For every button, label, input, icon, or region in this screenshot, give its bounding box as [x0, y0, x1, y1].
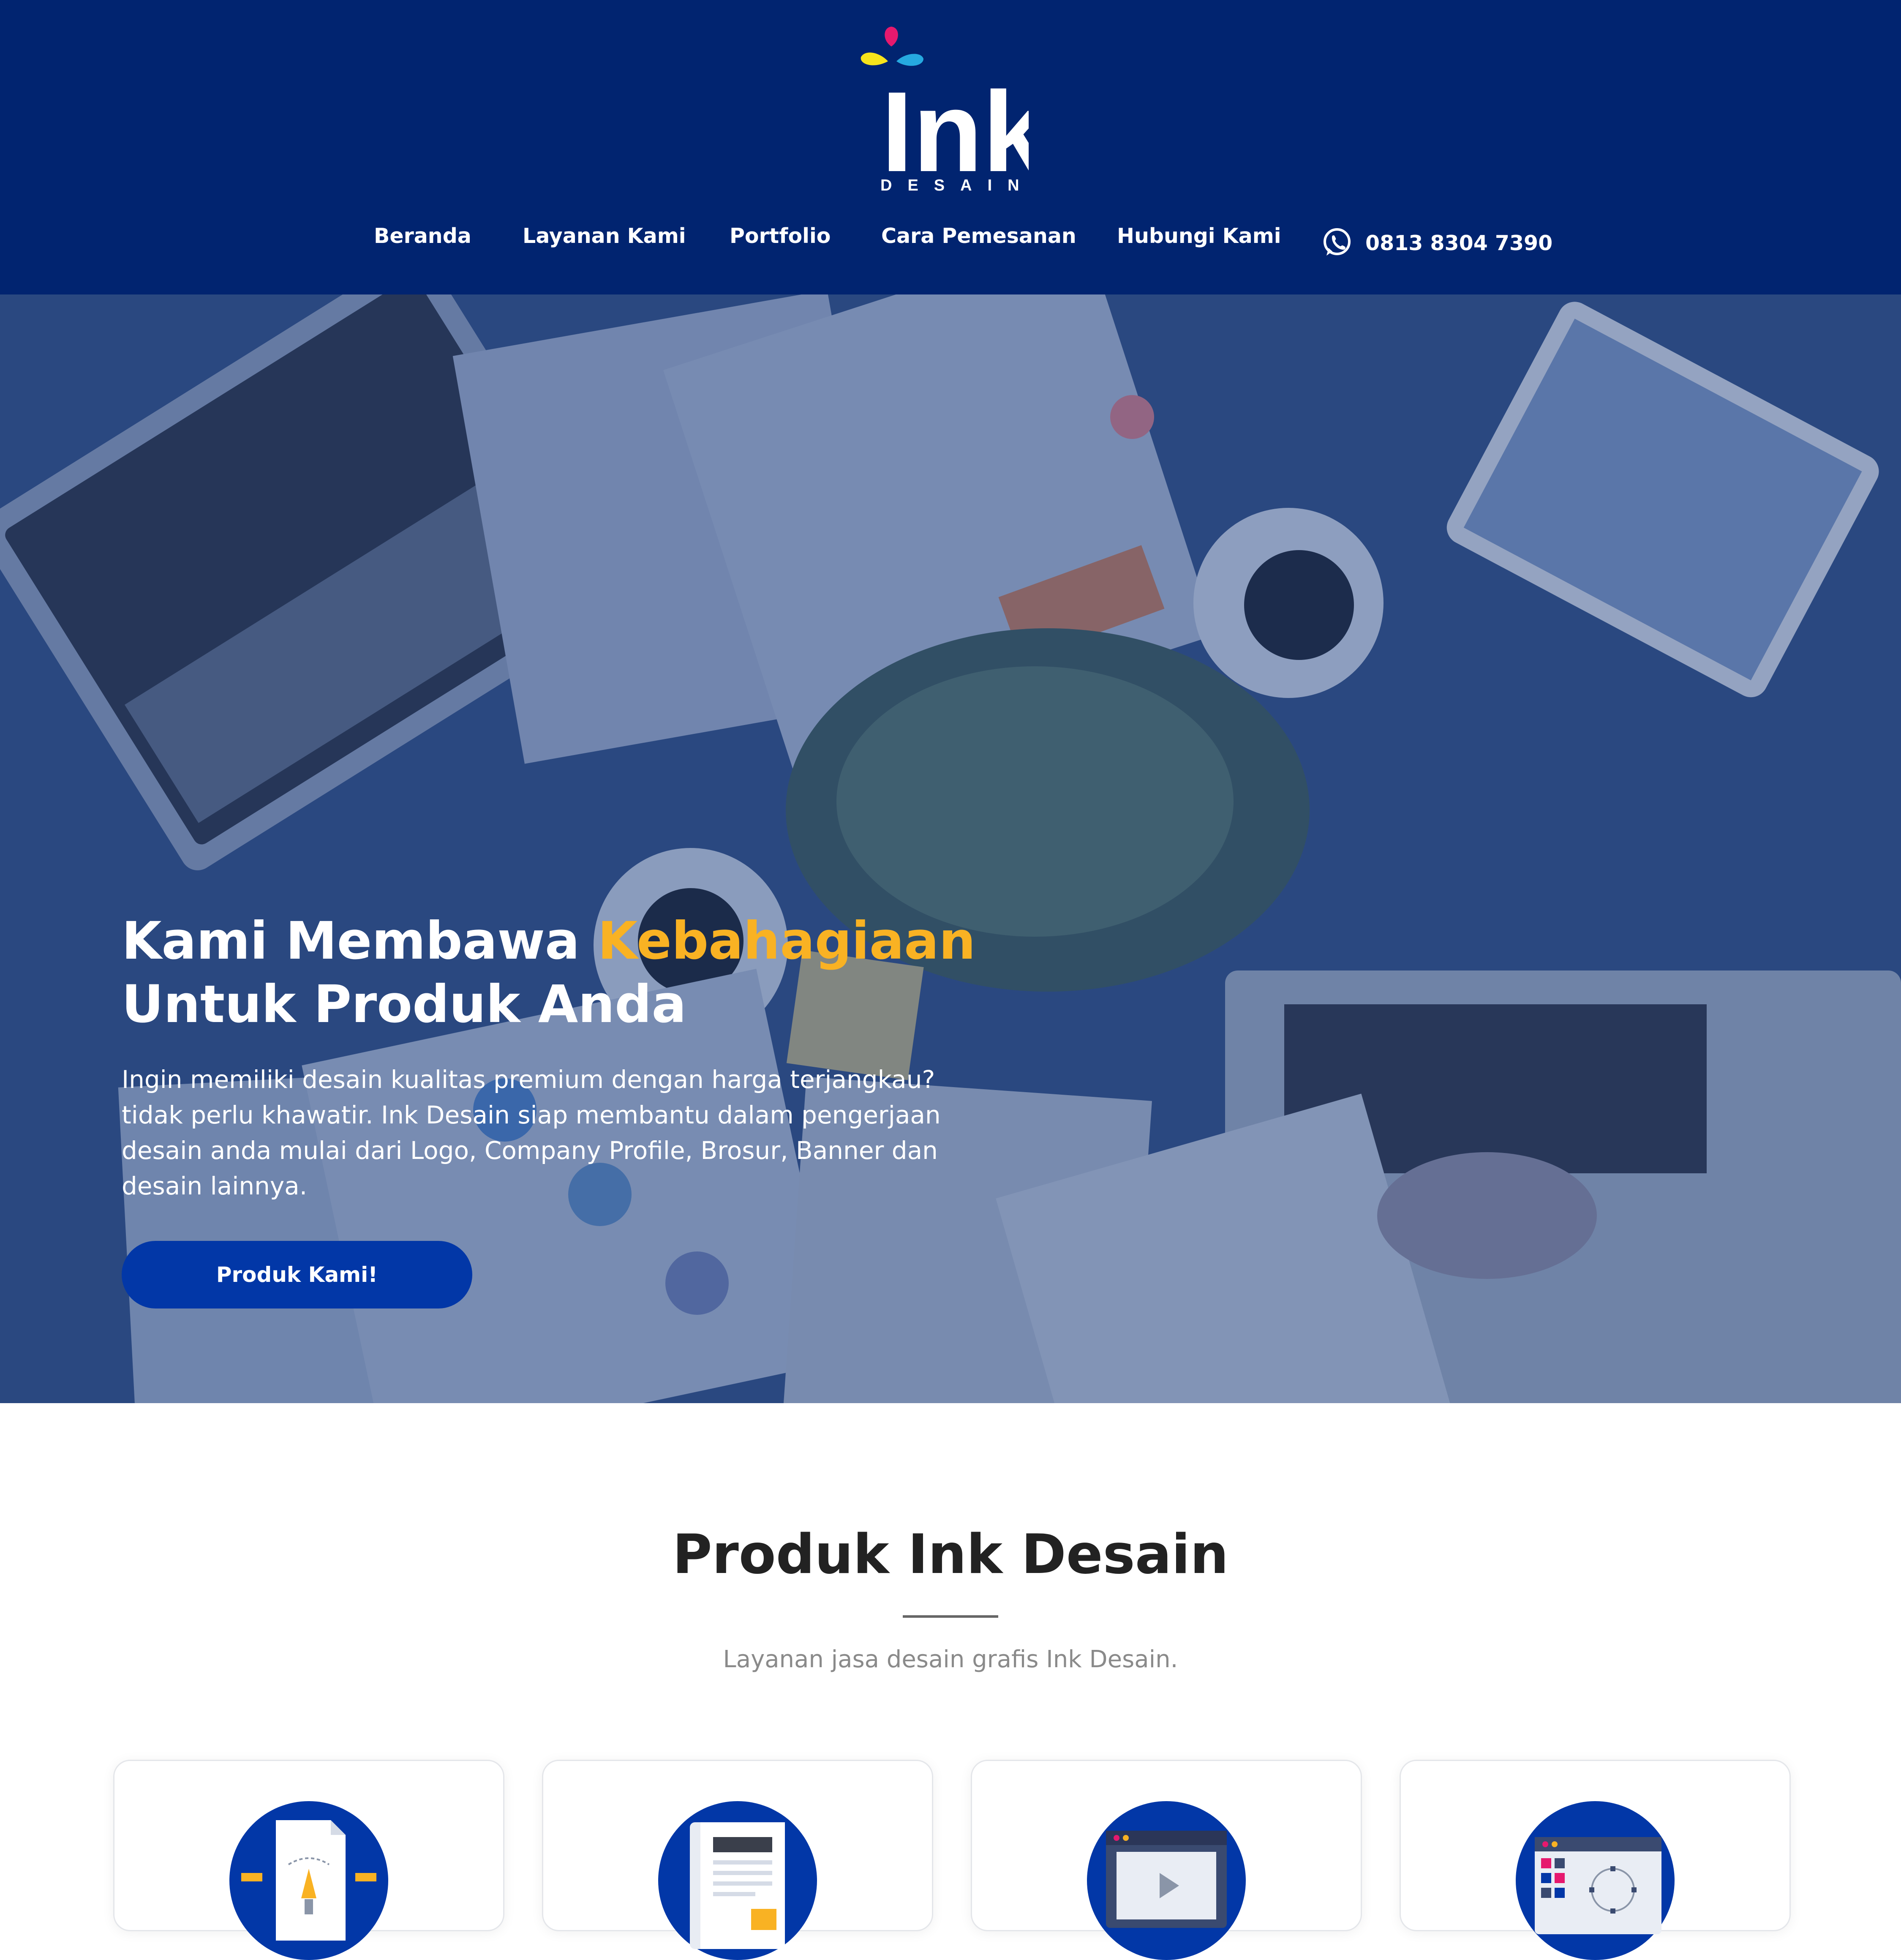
products-subtitle: Layanan jasa desain grafis Ink Desain.: [723, 1646, 1178, 1673]
hero-title-part2: Untuk Produk Anda: [122, 974, 686, 1034]
phone-number: 0813 8304 7390: [1365, 231, 1553, 255]
nav-layanan-kami[interactable]: Layanan Kami: [523, 224, 686, 248]
product-card-2[interactable]: [542, 1760, 933, 1960]
hero-title-accent: Kebahagiaan: [597, 911, 976, 971]
product-card-4[interactable]: [1400, 1760, 1791, 1960]
title-divider: [903, 1615, 998, 1618]
video-player-icon: [1087, 1801, 1246, 1960]
logo-tagline: DESAIN: [880, 177, 1029, 192]
vector-design-icon: [229, 1801, 388, 1960]
whatsapp-icon: [1324, 228, 1351, 256]
nav-hubungi-kami[interactable]: Hubungi Kami: [1117, 224, 1281, 248]
hero-title-part1: Kami Membawa: [122, 911, 598, 971]
web-layout-icon: [1516, 1801, 1675, 1960]
hero-section: Kami Membawa Kebahagiaan Untuk Produk And…: [0, 294, 1901, 1403]
product-card-3[interactable]: [971, 1760, 1362, 1960]
hero-background-image: [0, 294, 1901, 1403]
nav-beranda[interactable]: Beranda: [374, 224, 471, 248]
nav-cara-pemesanan[interactable]: Cara Pemesanan: [881, 224, 1076, 248]
ink-desain-logo[interactable]: Ink DESAIN: [841, 23, 1029, 192]
logo-wordmark: Ink: [881, 68, 1029, 192]
hero-title: Kami Membawa Kebahagiaan Untuk Produk And…: [122, 909, 1051, 1036]
nav-portfolio[interactable]: Portfolio: [730, 224, 831, 248]
produk-kami-button[interactable]: Produk Kami!: [122, 1241, 472, 1308]
products-title: Produk Ink Desain: [672, 1523, 1229, 1586]
hero-description: Ingin memiliki desain kualitas premium d…: [122, 1065, 941, 1200]
main-nav: Beranda Layanan Kami Portfolio Cara Peme…: [0, 224, 1901, 266]
document-brochure-icon: [658, 1801, 817, 1960]
site-header: Ink DESAIN Beranda Layanan Kami Portfoli…: [0, 0, 1901, 294]
product-card-1[interactable]: [113, 1760, 504, 1960]
